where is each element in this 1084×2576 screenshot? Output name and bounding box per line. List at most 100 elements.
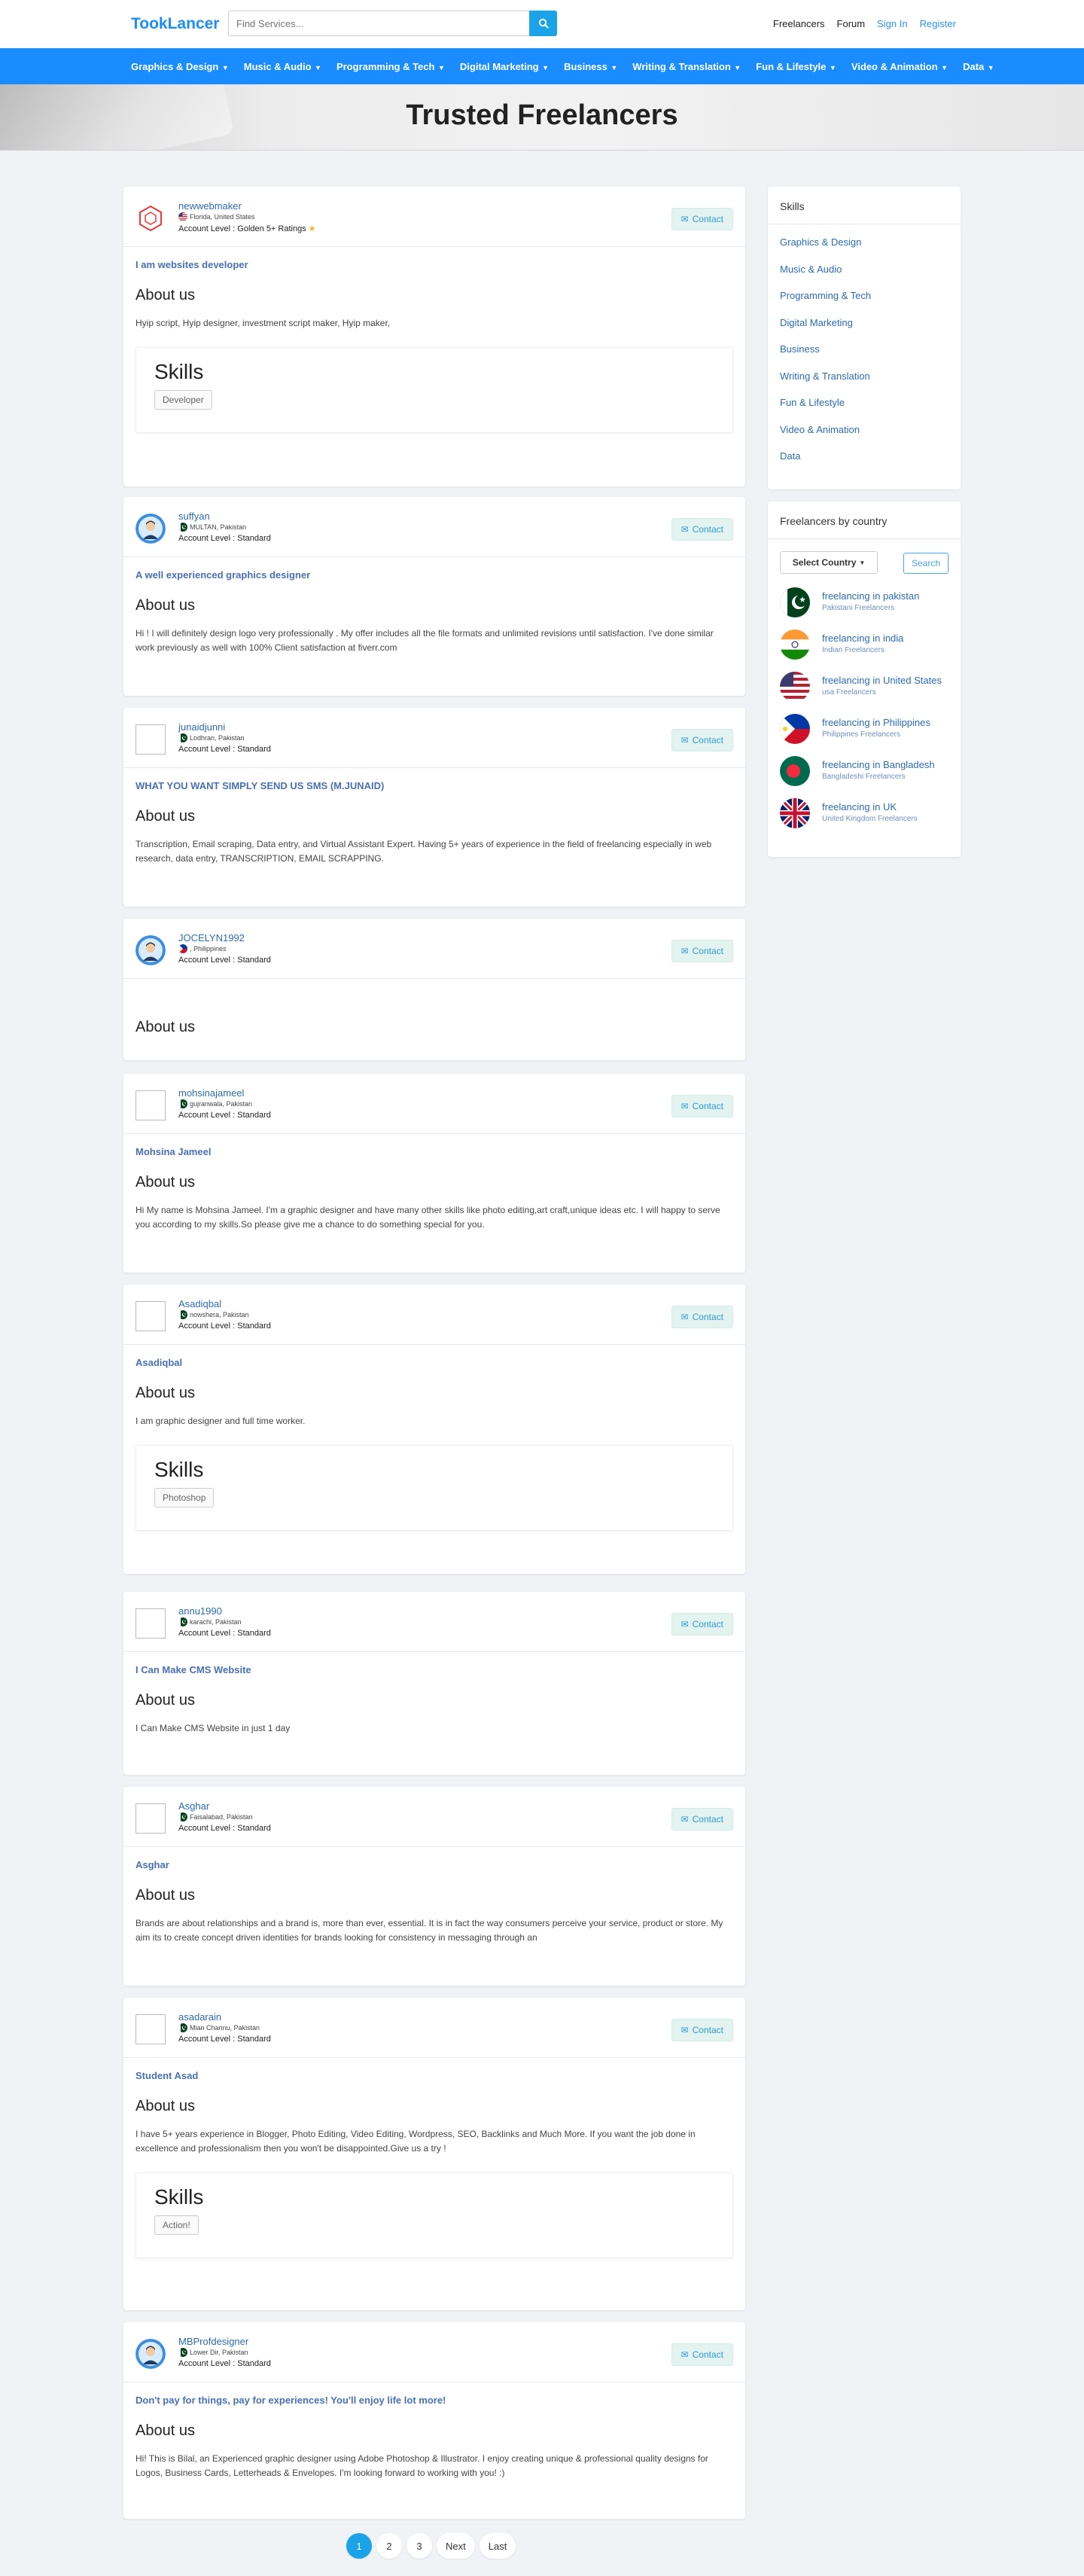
avatar[interactable] [136,1608,166,1639]
page-button-1[interactable]: 1 [346,2533,372,2559]
country-link[interactable]: freelancing in pakistan [822,590,919,602]
username-link[interactable]: Asadiqbal [178,1298,221,1309]
contact-button[interactable]: ✉ Contact [671,729,733,751]
tagline[interactable]: WHAT YOU WANT SIMPLY SEND US SMS (M.JUNA… [136,780,733,791]
contact-button[interactable]: ✉ Contact [671,208,733,230]
nav-item-fun-lifestyle[interactable]: Fun & Lifestyle ▼ [748,61,844,72]
account-level: Account Level : Standard [178,2359,271,2368]
nav-item-business[interactable]: Business ▼ [556,61,625,72]
search-input[interactable] [228,11,529,36]
avatar[interactable] [136,1803,166,1834]
country-item[interactable]: freelancing in pakistan Pakistani Freela… [768,581,961,623]
country-link[interactable]: freelancing in UK [822,801,897,812]
freelancers-link[interactable]: Freelancers [773,18,825,29]
avatar[interactable] [136,724,166,755]
contact-button[interactable]: ✉ Contact [671,1613,733,1636]
contact-button[interactable]: ✉ Contact [671,1306,733,1328]
tagline[interactable]: Don't pay for things, pay for experience… [136,2395,733,2406]
register-link[interactable]: Register [920,18,956,29]
tagline[interactable]: Student Asad [136,2070,733,2081]
sidebar-skill-digital-marketing[interactable]: Digital Marketing [768,309,961,337]
country-search-button[interactable]: Search [903,553,948,574]
skill-tag[interactable]: Developer [154,390,212,410]
username-link[interactable]: junaidjunni [178,721,225,733]
account-level-text: Account Level : Standard [178,2035,271,2044]
avatar[interactable] [136,2339,166,2369]
sidebar-skill-graphics-design[interactable]: Graphics & Design [768,229,961,256]
username-link[interactable]: Asghar [178,1800,209,1812]
page-button-last[interactable]: Last [479,2533,516,2559]
tagline[interactable]: Mohsina Jameel [136,1146,733,1157]
page-button-3[interactable]: 3 [406,2533,432,2559]
nav-item-video-animation[interactable]: Video & Animation ▼ [844,61,955,72]
contact-button[interactable]: ✉ Contact [671,2019,733,2041]
avatar[interactable] [136,2014,166,2044]
contact-button[interactable]: ✉ Contact [671,2343,733,2366]
account-level: Account Level : Standard [178,1111,271,1120]
sidebar-skill-business[interactable]: Business [768,336,961,363]
country-link[interactable]: freelancing in Bangladesh [822,759,935,770]
sidebar-skill-programming-tech[interactable]: Programming & Tech [768,282,961,309]
contact-button[interactable]: ✉ Contact [671,940,733,962]
tagline[interactable]: I Can Make CMS Website [136,1664,733,1675]
sidebar-skill-music-audio[interactable]: Music & Audio [768,256,961,283]
avatar[interactable] [136,1090,166,1120]
country-item[interactable]: freelancing in United States usa Freelan… [768,666,961,708]
page-button-next[interactable]: Next [437,2533,475,2559]
tagline[interactable]: A well experienced graphics designer [136,569,733,581]
account-level-text: Account Level : Standard [178,534,271,543]
contact-button[interactable]: ✉ Contact [671,1808,733,1831]
nav-item-music-audio[interactable]: Music & Audio ▼ [236,61,329,72]
username-link[interactable]: MBProfdesigner [178,2336,248,2347]
tagline[interactable]: I am websites developer [136,259,733,270]
username-link[interactable]: asadarain [178,2011,221,2023]
username-link[interactable]: suffyan [178,511,210,522]
tagline[interactable] [136,991,733,1002]
username-link[interactable]: annu1990 [178,1605,222,1617]
top-bar: TookLancer Freelancers Forum Sign In Reg… [0,0,1084,48]
sign-in-link[interactable]: Sign In [877,18,907,29]
page-button-2[interactable]: 2 [376,2533,402,2559]
avatar[interactable] [136,1301,166,1331]
nav-item-writing-translation[interactable]: Writing & Translation ▼ [625,61,748,72]
header-links: Freelancers Forum Sign In Register [773,18,956,29]
nav-item-graphics-design[interactable]: Graphics & Design ▼ [123,61,236,72]
us-flag-icon [178,212,187,221]
country-item[interactable]: freelancing in UK United Kingdom Freelan… [768,792,961,834]
search-button[interactable] [529,11,557,36]
country-link[interactable]: freelancing in india [822,633,903,644]
tagline[interactable]: Asghar [136,1859,733,1870]
tagline[interactable]: Asadiqbal [136,1357,733,1368]
skill-tag[interactable]: Action! [154,2215,199,2235]
country-select[interactable]: Select Country ▼ [780,551,878,574]
sidebar-skill-fun-lifestyle[interactable]: Fun & Lifestyle [768,389,961,416]
avatar[interactable] [136,203,166,233]
nav-item-digital-marketing[interactable]: Digital Marketing ▼ [452,61,556,72]
nav-item-data[interactable]: Data ▼ [955,61,1002,72]
avatar[interactable] [136,514,166,544]
skill-tag[interactable]: Photoshop [154,1488,215,1507]
country-item[interactable]: freelancing in india Indian Freelancers [768,623,961,666]
country-select-label: Select Country [792,557,857,568]
country-item[interactable]: freelancing in Philippines Philippines F… [768,708,961,750]
sidebar-skill-writing-translation[interactable]: Writing & Translation [768,363,961,390]
contact-button[interactable]: ✉ Contact [671,518,733,541]
sidebar-skill-video-animation[interactable]: Video & Animation [768,416,961,444]
country-link[interactable]: freelancing in United States [822,675,942,686]
in-flag-icon [780,630,810,660]
sidebar-skill-data[interactable]: Data [768,443,961,470]
forum-link[interactable]: Forum [837,18,866,29]
country-subtitle: United Kingdom Freelancers [822,815,918,823]
location-text: karachi, Pakistan [190,1618,242,1626]
username-link[interactable]: newwebmaker [178,200,242,212]
username-link[interactable]: JOCELYN1992 [178,932,245,944]
location-text: Lodhran, Pakistan [190,734,245,742]
username-link[interactable]: mohsinajameel [178,1087,244,1099]
country-item[interactable]: freelancing in Bangladesh Bangladeshi Fr… [768,750,961,792]
contact-button[interactable]: ✉ Contact [671,1095,733,1117]
site-logo[interactable]: TookLancer [131,15,219,33]
avatar[interactable] [136,935,166,965]
nav-item-programming-tech[interactable]: Programming & Tech ▼ [329,61,452,72]
envelope-icon: ✉ [681,1619,689,1629]
country-link[interactable]: freelancing in Philippines [822,717,930,728]
